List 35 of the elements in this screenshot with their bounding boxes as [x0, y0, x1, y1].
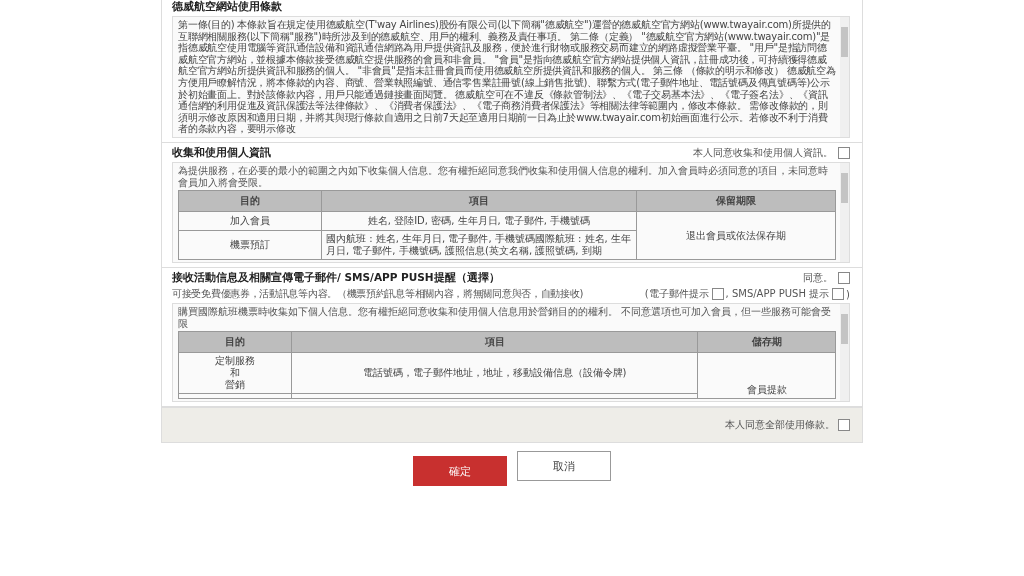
- agree-checkbox[interactable]: [838, 272, 850, 285]
- channel-label: (電子郵件提示: [644, 287, 709, 302]
- section-title: 收集和使用個人資訊: [172, 145, 271, 160]
- bracket-text: ): [846, 288, 850, 300]
- channel-checkbox[interactable]: [711, 288, 724, 301]
- agree-label: 同意。: [803, 271, 833, 286]
- channel-checkbox[interactable]: [832, 288, 845, 301]
- table-cell: 國內航班 : 姓名, 生年月日, 電子郵件, 手機號碼國際航班 : 姓名, 生年月日, 電子郵件, 手機號碼, 護照信息(英文名稱, 護照號碼, 到期: [321, 230, 637, 260]
- section-title: 接收活動信息及相關宣傳電子郵件/ SMS/APP PUSH提醒（選擇）: [172, 271, 500, 286]
- table-cell: 機票預訂: [178, 230, 322, 260]
- agree-all-label: 本人同意全部使用條款。: [725, 418, 835, 433]
- column-header: 儲存期: [697, 331, 836, 353]
- notice-text: 購買國際航班機票時收集如下個人信息。您有權拒絕同意收集和使用個人信息用於營銷目的的權利。 不同意選項也可加入會員，但一些服務可能會受限: [178, 306, 833, 330]
- table-cell: 退出會員或依法保存期: [636, 211, 836, 260]
- table-cell: 電話號碼，電子郵件地址，地址，移動設備信息（設備令牌): [291, 352, 698, 394]
- column-header: 目的: [178, 331, 292, 353]
- scrollbar[interactable]: [840, 17, 849, 137]
- column-header: 項目: [321, 190, 637, 212]
- column-header: 項目: [291, 331, 698, 353]
- scrollbar[interactable]: [840, 304, 849, 402]
- table-cell: 定制服務 和 營銷: [178, 352, 292, 394]
- agree-label: 本人同意收集和使用個人資訊。: [693, 145, 833, 160]
- confirm-button[interactable]: 確定: [413, 456, 507, 487]
- subtitle-text: 可接受免費優惠券，活動訊息等內容。（機票預約訊息等相關內容，將無關同意與否，自動接收): [172, 287, 583, 302]
- cancel-button[interactable]: 取消: [517, 451, 611, 482]
- column-header: 保留期限: [636, 190, 836, 212]
- terms-text: 第一條(目的) 本條款旨在規定使用德威航空(T'way Airlines)股份有限公司(以下簡稱"德威航空")運營的德威航空官方網站(www.twayair.com)所提供的互聯網相關服務(以下簡稱"服務")時所涉及到的德威航空、用戶的權利、義務及責任事項。 第二條（定義） "德威航空官方網站(www.twayair.com)"是指德威航空使用電腦等資訊通信設備和資訊通信網路為用戶提供資訊及服務，便於進行財物或服務交易而建立的網路虛擬營業平臺。 "用戶"是指訪問德威航空官方網站，並根據本條款接受德威航空提供服務的會員和非會員。 "會員"是指向德威航空官方網站提供個人資訊，註冊成功後，可持續獲得德威航空官方網站所提供資訊和服務的個人。 "非會員"是指未註冊會員而使用德威航空所提供資訊和服務的個人。 第三條 （條款的明示和修改） 德威航空為方便用戶瞭解情況，將本條款的內容、商號、營業執照編號、通信零售業註冊號(線上銷售批號)、聯繫方式(電子郵件地址、電話號碼及傳真號碼等)公示於初始畫面上。對於該條款內容，用戶只能通過鏈接畫面閱覽。 德威航空可在不違反《條款管制法》、《電子交易基本法》、《電子簽名法》、《資訊通信網的利用促進及資訊保護法等法律條款》、《消費者保護法》、《電子商務消費者保護法》等相關法律等範圍內，修改本條款。 需修改條款的，則須明示修改原因和適用日期，并將其與現行條款自適用之日前7天起至適用日期前一日為止於www.twayair.com初始画面進行公示。若修改不利于消費者的条款內容，要明示修改: [178, 19, 836, 135]
- agree-checkbox[interactable]: [838, 146, 850, 159]
- channel-label: , SMS/APP PUSH 提示: [725, 287, 830, 302]
- section-title: 德威航空網站使用條款: [172, 0, 282, 14]
- agree-all-checkbox[interactable]: [838, 419, 850, 432]
- column-header: 目的: [178, 190, 322, 212]
- table-cell: 會員提款: [697, 352, 836, 399]
- notice-text: 為提供服務，在必要的最小的範圍之內如下收集個人信息。您有權拒絕同意我們收集和使用個人信息的權利。加入會員時必須同意的項目，未同意時會員加入將會受限。: [178, 164, 829, 189]
- scrollbar[interactable]: [840, 162, 849, 263]
